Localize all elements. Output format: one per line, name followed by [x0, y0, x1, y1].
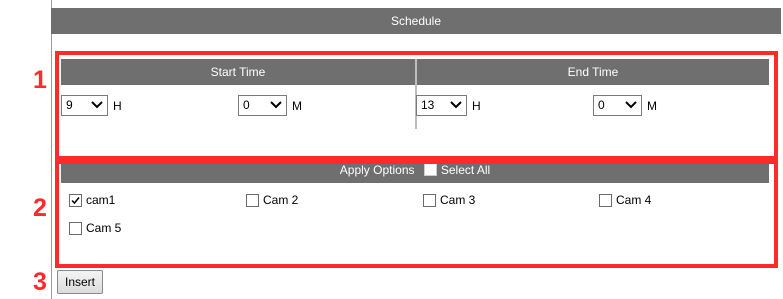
schedule-header: Schedule [51, 8, 781, 34]
highlight-frame-time [55, 51, 778, 160]
step-number-3: 3 [33, 268, 47, 296]
insert-button[interactable]: Insert [57, 270, 104, 294]
step-number-1: 1 [33, 66, 47, 94]
step-number-2: 2 [33, 194, 47, 222]
highlight-frame-apply [55, 160, 778, 268]
